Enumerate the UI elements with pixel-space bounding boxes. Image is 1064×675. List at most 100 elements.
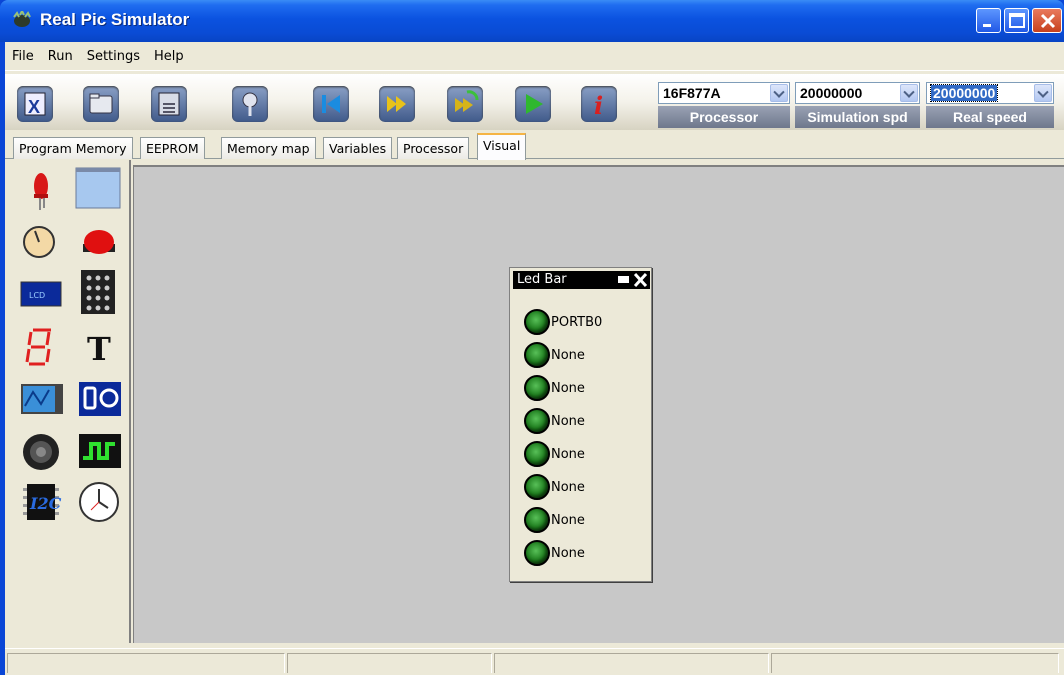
visual-canvas[interactable]: Led Bar PORTB0 None None None None None … bbox=[133, 165, 1064, 643]
save-disk-icon bbox=[158, 92, 180, 116]
tab-strip: Program Memory EEPROM Memory map Variabl… bbox=[5, 133, 1064, 160]
processor-select[interactable]: 16F877A bbox=[658, 82, 790, 104]
led-pin-label: None bbox=[551, 446, 585, 462]
chevron-down-icon[interactable] bbox=[1034, 84, 1052, 102]
led-bar-title: Led Bar bbox=[517, 272, 567, 287]
palette-keypad[interactable] bbox=[77, 268, 121, 314]
palette-clock[interactable] bbox=[77, 480, 121, 524]
led-icon bbox=[524, 507, 550, 533]
led-bar-minimize-icon[interactable] bbox=[618, 276, 629, 283]
tab-memory-map[interactable]: Memory map bbox=[221, 137, 316, 159]
menu-help[interactable]: Help bbox=[147, 45, 191, 67]
menu-file[interactable]: File bbox=[5, 45, 41, 67]
palette-lcd[interactable]: LCD bbox=[19, 272, 63, 316]
menu-run[interactable]: Run bbox=[41, 45, 80, 67]
simulation-speed-label: Simulation spd bbox=[795, 106, 920, 128]
led-icon bbox=[524, 408, 550, 434]
led-pin-label: None bbox=[551, 545, 585, 561]
svg-text:T: T bbox=[87, 330, 111, 368]
led-pin-label: PORTB0 bbox=[551, 314, 603, 330]
palette-text[interactable]: T bbox=[79, 324, 123, 368]
palette-push-button[interactable] bbox=[77, 220, 121, 264]
led-row[interactable]: None bbox=[524, 473, 585, 501]
led-row[interactable]: None bbox=[524, 341, 585, 369]
palette-speaker[interactable] bbox=[19, 428, 63, 472]
speaker-icon bbox=[23, 434, 59, 470]
palette-led-bar[interactable] bbox=[77, 376, 121, 420]
led-icon bbox=[524, 474, 550, 500]
led-row[interactable]: None bbox=[524, 440, 585, 468]
chevron-down-icon[interactable] bbox=[900, 84, 918, 102]
processor-label: Processor bbox=[658, 106, 790, 128]
status-pane bbox=[771, 653, 1059, 673]
real-speed-select[interactable]: 20000000 bbox=[926, 82, 1054, 104]
window-title: Real Pic Simulator bbox=[40, 10, 190, 29]
minimize-button[interactable] bbox=[976, 8, 1001, 33]
step-button[interactable] bbox=[447, 86, 483, 122]
real-speed-value: 20000000 bbox=[929, 84, 999, 102]
led-row[interactable]: None bbox=[524, 539, 585, 567]
maximize-button[interactable] bbox=[1004, 8, 1029, 33]
menu-settings[interactable]: Settings bbox=[80, 45, 147, 67]
save-button[interactable] bbox=[151, 86, 187, 122]
led-bar-window[interactable]: Led Bar PORTB0 None None None None None … bbox=[509, 267, 652, 582]
chevron-down-icon[interactable] bbox=[770, 84, 788, 102]
led-bar-close-icon[interactable] bbox=[633, 272, 648, 288]
tab-program-memory[interactable]: Program Memory bbox=[13, 137, 133, 159]
title-bar[interactable]: Real Pic Simulator bbox=[0, 0, 1064, 42]
keypad-icon bbox=[81, 270, 115, 314]
led-bar-control-icons bbox=[618, 272, 648, 288]
lcd-icon: LCD bbox=[20, 281, 62, 307]
led-bar-title-bar[interactable]: Led Bar bbox=[513, 271, 650, 289]
palette-glcd[interactable] bbox=[75, 166, 121, 210]
svg-text:LCD: LCD bbox=[29, 291, 45, 300]
app-icon bbox=[13, 11, 31, 27]
breakpoint-button[interactable] bbox=[232, 86, 268, 122]
component-palette: LCD T I2C bbox=[5, 160, 131, 643]
led-row[interactable]: PORTB0 bbox=[524, 308, 602, 336]
i2c-icon: I2C bbox=[23, 484, 62, 520]
palette-i2c[interactable]: I2C bbox=[19, 480, 63, 524]
tab-eeprom[interactable]: EEPROM bbox=[140, 137, 205, 159]
tab-processor[interactable]: Processor bbox=[397, 137, 470, 159]
run-button[interactable] bbox=[515, 86, 551, 122]
toolbar: X i 16F877A Processor 20000000 Simulatio… bbox=[5, 74, 1064, 130]
led-row[interactable]: None bbox=[524, 407, 585, 435]
info-button[interactable]: i bbox=[581, 86, 617, 122]
palette-potentiometer[interactable] bbox=[19, 220, 63, 264]
simulation-speed-select[interactable]: 20000000 bbox=[795, 82, 920, 104]
open-button[interactable] bbox=[83, 86, 119, 122]
led-pin-label: None bbox=[551, 380, 585, 396]
palette-oscilloscope[interactable] bbox=[19, 376, 63, 420]
close-file-button[interactable]: X bbox=[17, 86, 53, 122]
palette-signal-generator[interactable] bbox=[77, 428, 121, 472]
led-pin-label: None bbox=[551, 413, 585, 429]
palette-seven-segment[interactable] bbox=[19, 324, 63, 368]
rewind-icon bbox=[322, 95, 340, 113]
tab-visual[interactable]: Visual bbox=[477, 133, 527, 160]
led-row[interactable]: None bbox=[524, 506, 585, 534]
maximize-icon bbox=[1009, 13, 1025, 28]
pin-icon bbox=[242, 92, 258, 116]
status-bar bbox=[5, 648, 1064, 675]
tab-variables[interactable]: Variables bbox=[323, 137, 393, 159]
client-area: File Run Settings Help X i 16F877A Proce… bbox=[5, 42, 1064, 675]
led-bar-icon bbox=[79, 382, 121, 416]
real-speed-label: Real speed bbox=[926, 106, 1054, 128]
info-icon: i bbox=[594, 91, 603, 120]
fast-forward-button[interactable] bbox=[379, 86, 415, 122]
led-row[interactable]: None bbox=[524, 374, 585, 402]
reset-button[interactable] bbox=[313, 86, 349, 122]
signal-generator-icon bbox=[79, 434, 121, 468]
close-button[interactable] bbox=[1032, 8, 1062, 33]
led-icon bbox=[524, 375, 550, 401]
oscilloscope-icon bbox=[21, 384, 63, 414]
palette-led[interactable] bbox=[19, 168, 63, 212]
status-pane bbox=[7, 653, 285, 673]
svg-text:X: X bbox=[28, 97, 40, 117]
led-icon bbox=[524, 309, 550, 335]
menu-divider bbox=[5, 70, 1064, 71]
led-icon bbox=[524, 342, 550, 368]
push-button-icon bbox=[83, 230, 115, 254]
app-window: Real Pic Simulator File Run Settings Hel… bbox=[0, 0, 1064, 675]
